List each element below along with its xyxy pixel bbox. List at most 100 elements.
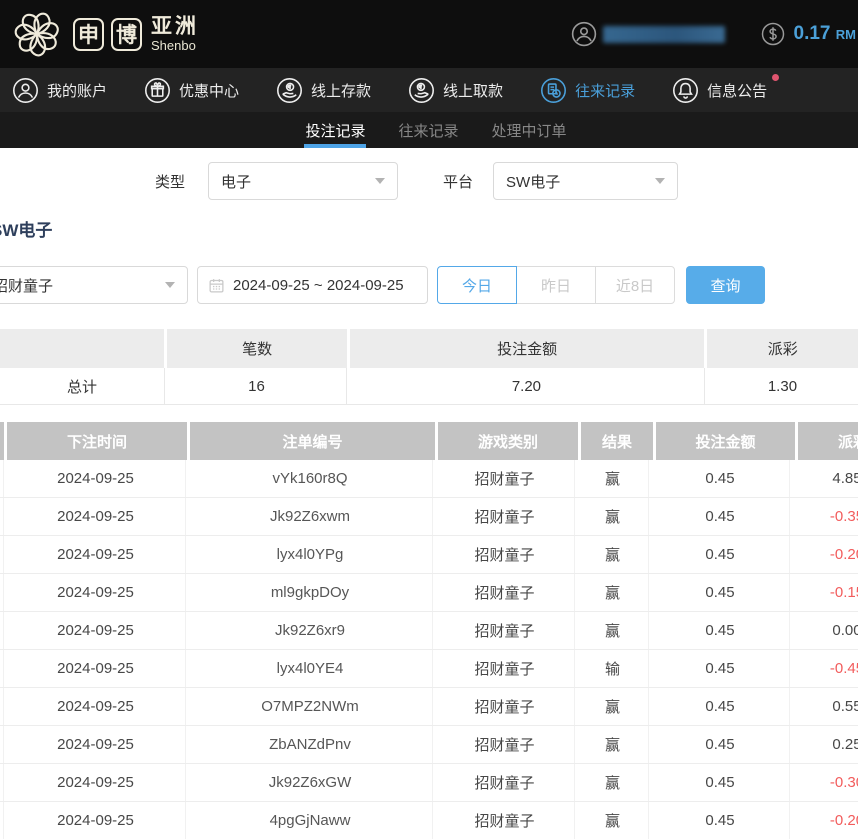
chevron-down-icon [375, 178, 385, 184]
bet-cell-clipped [0, 688, 4, 725]
table-row: 2024-09-25O7MPZ2NWm招财童子赢0.450.55 [0, 688, 858, 726]
nav-item-label: 往来记录 [575, 80, 635, 101]
bet-payout: -0.35 [792, 498, 858, 535]
nav-item-1[interactable]: 优惠中心 [144, 77, 239, 104]
username-redacted [603, 26, 725, 43]
chevron-down-icon [655, 178, 665, 184]
logo-char-box: 申 [73, 18, 104, 51]
bet-time: 2024-09-25 [6, 536, 186, 573]
bet-amount: 0.45 [651, 688, 790, 725]
type-select-value: 电子 [221, 171, 251, 192]
quick-date-button[interactable]: 今日 [437, 266, 517, 304]
summary-total-label: 总计 [0, 368, 165, 404]
bets-header-cell: 注单编号 [190, 422, 435, 460]
game-select-value: 招财童子 [0, 275, 53, 296]
type-select[interactable]: 电子 [208, 162, 398, 200]
bet-amount: 0.45 [651, 726, 790, 763]
tab-2[interactable]: 处理中订单 [492, 112, 567, 148]
bet-result: 赢 [577, 460, 649, 497]
bell-icon [672, 77, 699, 104]
deposit-icon [276, 77, 303, 104]
nav-item-4[interactable]: 往来记录 [540, 77, 635, 104]
nav-item-label: 我的账户 [47, 80, 107, 101]
bet-game: 招财童子 [435, 688, 575, 725]
bet-result: 赢 [577, 612, 649, 649]
quick-date-buttons: 今日昨日近8日 [437, 266, 675, 304]
bet-game: 招财童子 [435, 612, 575, 649]
records-icon [540, 77, 567, 104]
game-select[interactable]: 招财童子 [0, 266, 188, 304]
gift-icon [144, 77, 171, 104]
bet-result: 赢 [577, 802, 649, 839]
bet-game: 招财童子 [435, 764, 575, 801]
nav-item-0[interactable]: 我的账户 [12, 77, 107, 104]
filter-row-query: 招财童子 2024-09-25 ~ 2024-09-25 今日昨日近8日 查询 [0, 266, 858, 304]
bet-game: 招财童子 [435, 802, 575, 839]
bet-cell-clipped [0, 460, 4, 497]
bet-payout: 4.85 [792, 460, 858, 497]
date-range-picker[interactable]: 2024-09-25 ~ 2024-09-25 [197, 266, 428, 304]
bet-cell-clipped [0, 726, 4, 763]
nav-item-5[interactable]: 信息公告 [672, 77, 767, 104]
bet-id: lyx4l0YPg [188, 536, 433, 573]
table-row: 2024-09-254pgGjNaww招财童子赢0.45-0.20 [0, 802, 858, 839]
bets-body: 2024-09-25vYk160r8Q招财童子赢0.454.852024-09-… [0, 460, 858, 839]
bet-time: 2024-09-25 [6, 726, 186, 763]
tab-0[interactable]: 投注记录 [305, 112, 365, 148]
bet-payout: -0.15 [792, 574, 858, 611]
bet-game: 招财童子 [435, 460, 575, 497]
account-summary: 0.17 RM [571, 0, 856, 68]
user-avatar-icon[interactable] [571, 21, 597, 47]
bet-cell-clipped [0, 536, 4, 573]
nav-item-label: 线上存款 [311, 80, 371, 101]
nav-item-3[interactable]: 线上取款 [408, 77, 503, 104]
table-row: 2024-09-25lyx4l0YE4招财童子输0.45-0.45 [0, 650, 858, 688]
nav-item-label: 线上取款 [443, 80, 503, 101]
nav-item-label: 优惠中心 [179, 80, 239, 101]
table-row: 2024-09-25vYk160r8Q招财童子赢0.454.85 [0, 460, 858, 498]
nav-item-label: 信息公告 [707, 80, 767, 101]
bet-amount: 0.45 [651, 612, 790, 649]
bet-payout: -0.20 [792, 802, 858, 839]
top-bar: 申 博 亚洲 Shenbo 0.17 RM [0, 0, 858, 68]
bet-time: 2024-09-25 [6, 460, 186, 497]
tab-bar: 投注记录往来记录处理中订单 [0, 112, 858, 148]
bets-header-cell: 派彩 [798, 422, 858, 460]
bet-id: Jk92Z6xr9 [188, 612, 433, 649]
bet-result: 赢 [577, 498, 649, 535]
bet-id: O7MPZ2NWm [188, 688, 433, 725]
bet-time: 2024-09-25 [6, 574, 186, 611]
main-nav: 我的账户 优惠中心 线上存款 线上取款 往来记录 信息公告 [0, 68, 858, 112]
dollar-coin-icon [761, 22, 785, 46]
search-button[interactable]: 查询 [686, 266, 765, 304]
bet-cell-clipped [0, 574, 4, 611]
bet-amount: 0.45 [651, 802, 790, 839]
notification-dot [772, 74, 779, 81]
site-logo[interactable]: 申 博 亚洲 Shenbo [8, 5, 199, 63]
filter-row-type: 类型 电子 平台 SW电子 [0, 162, 858, 200]
tab-1[interactable]: 往来记录 [398, 112, 458, 148]
table-row: 2024-09-25lyx4l0YPg招财童子赢0.45-0.20 [0, 536, 858, 574]
bet-time: 2024-09-25 [6, 650, 186, 687]
bet-result: 赢 [577, 688, 649, 725]
balance-currency: RM [836, 27, 856, 42]
quick-date-button[interactable]: 昨日 [516, 266, 596, 304]
platform-select[interactable]: SW电子 [493, 162, 678, 200]
bets-header-cell: 结果 [581, 422, 653, 460]
summary-header-cell [0, 329, 164, 368]
user-icon [12, 77, 39, 104]
bet-result: 赢 [577, 574, 649, 611]
bet-time: 2024-09-25 [6, 612, 186, 649]
logo-region: 亚洲 Shenbo [151, 16, 199, 52]
logo-char-box: 博 [111, 18, 142, 51]
bet-id: 4pgGjNaww [188, 802, 433, 839]
logo-subtitle: Shenbo [151, 39, 199, 52]
bet-cell-clipped [0, 764, 4, 801]
nav-item-2[interactable]: 线上存款 [276, 77, 371, 104]
type-label: 类型 [155, 171, 185, 192]
bets-table: 下注时间注单编号游戏类别结果投注金额派彩 2024-09-25vYk160r8Q… [0, 422, 858, 839]
bet-time: 2024-09-25 [6, 802, 186, 839]
platform-label: 平台 [443, 171, 473, 192]
quick-date-button[interactable]: 近8日 [595, 266, 675, 304]
content: 类型 电子 平台 SW电子 SW电子 招财童子 [0, 162, 858, 839]
